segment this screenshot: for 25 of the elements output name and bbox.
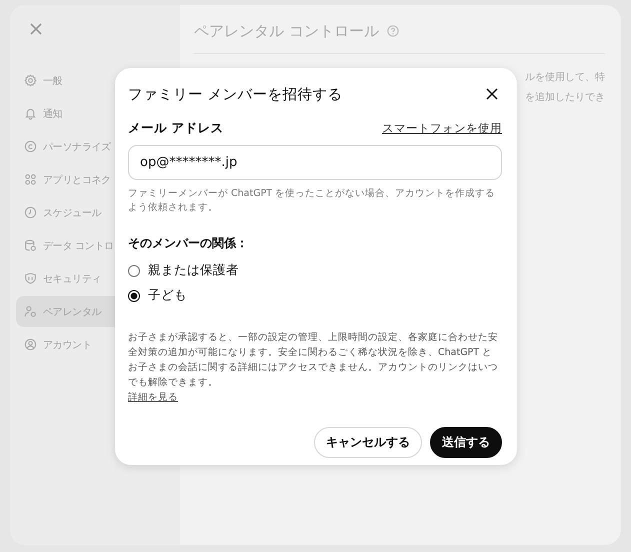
dialog-title: ファミリー メンバーを招待する	[128, 86, 343, 104]
apps-icon	[24, 173, 37, 186]
user-icon	[24, 338, 37, 351]
cancel-button[interactable]: キャンセルする	[314, 427, 422, 458]
learn-more-link[interactable]: 詳細を見る	[128, 392, 178, 403]
gear-icon	[24, 74, 37, 87]
close-icon[interactable]	[486, 88, 498, 100]
use-phone-link[interactable]: スマートフォンを使用	[382, 121, 502, 136]
bell-icon	[24, 107, 37, 120]
description-text: を追加したりでき	[525, 90, 605, 105]
data-icon	[24, 239, 37, 252]
family-icon	[24, 305, 37, 318]
email-field[interactable]: op@********.jp	[128, 145, 502, 180]
page-title: ペアレンタル コントロール	[194, 22, 379, 40]
relation-label: そのメンバーの関係：	[128, 235, 249, 252]
option-label[interactable]: 親または保護者	[148, 262, 239, 279]
description-text: ルを使用して、特	[525, 70, 605, 85]
field-label: メール アドレス	[128, 120, 224, 137]
send-button[interactable]: 送信する	[430, 427, 502, 458]
info-text: お子さまが承認すると、一部の設定の管理、上限時間の設定、各家庭に合わせた安全対策の追加が可能になります。安全に関わるごく稀な状況を除き、ChatGPT とお子さまの会話に関する詳細にはアクセスできません。アカウントのリンクはいつでも解除できます。	[128, 332, 498, 388]
hint-text: ファミリーメンバーが ChatGPT を使ったことがない場合、アカウントを作成するよう依頼されます。	[128, 187, 496, 215]
radio-button[interactable]	[128, 264, 140, 276]
radio-button[interactable]	[128, 290, 140, 302]
clock-icon	[24, 206, 37, 219]
shield-icon	[24, 272, 37, 285]
